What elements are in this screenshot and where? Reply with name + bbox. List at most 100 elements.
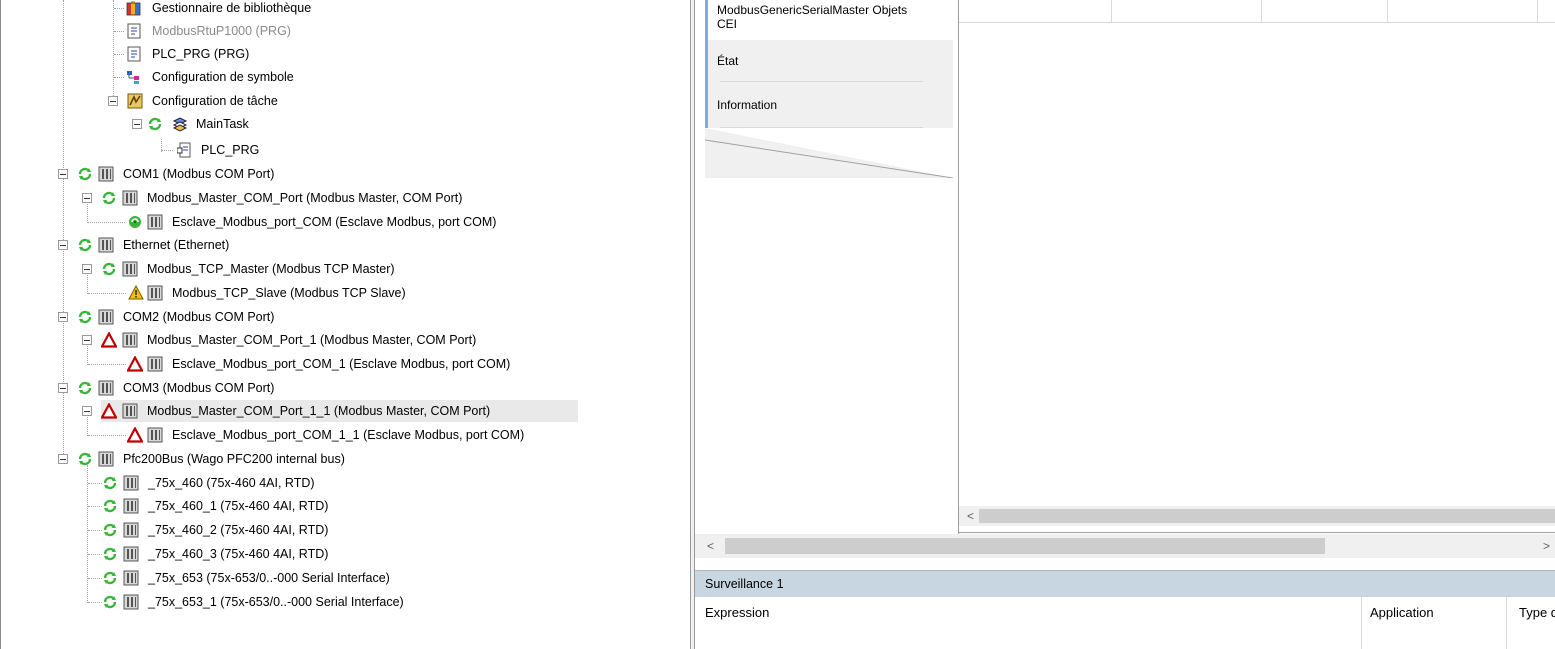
- tree-item-75x-460[interactable]: _75x_460 (75x-460 4AI, RTD): [1, 472, 691, 494]
- tree-connector: [88, 483, 102, 484]
- tree-item-library-manager[interactable]: Gestionnaire de bibliothèque: [1, 0, 691, 19]
- watch-panel[interactable]: Surveillance 1 Expression Application Ty…: [695, 570, 1555, 649]
- sync-icon: [78, 310, 92, 324]
- error-icon: [101, 332, 117, 348]
- tree-item-com1[interactable]: COM1 (Modbus COM Port): [1, 163, 691, 185]
- tree-item-com3[interactable]: COM3 (Modbus COM Port): [1, 377, 691, 399]
- device-editor[interactable]: ModbusGenericSerialMaster Objets CEI Éta…: [695, 0, 1555, 568]
- tab-strip-corner: [705, 128, 953, 178]
- table-header-cell[interactable]: [1261, 0, 1388, 23]
- scroll-right-arrow[interactable]: >: [1543, 539, 1550, 553]
- collapse-toggle[interactable]: [58, 240, 68, 250]
- tree-item-modbusrtup1000[interactable]: ModbusRtuP1000 (PRG): [1, 20, 691, 42]
- tree-item-label: Esclave_Modbus_port_COM_1 (Esclave Modbu…: [172, 357, 511, 371]
- tree-item-label: COM1 (Modbus COM Port): [123, 167, 275, 181]
- scroll-left-arrow[interactable]: <: [707, 539, 714, 553]
- tree-item-label: Pfc200Bus (Wago PFC200 internal bus): [123, 452, 345, 466]
- tree-item-modbus-master-com-port-1-1[interactable]: Modbus_Master_COM_Port_1_1 (Modbus Maste…: [82, 400, 578, 422]
- tree-connector: [114, 77, 124, 78]
- table-horizontal-scrollbar[interactable]: <: [959, 506, 1555, 526]
- watch-panel-title[interactable]: Surveillance 1: [695, 570, 1555, 597]
- collapse-toggle[interactable]: [58, 454, 68, 464]
- editor-tab-strip: ModbusGenericSerialMaster Objets CEI Éta…: [705, 0, 953, 178]
- tree-item-pfc200bus[interactable]: Pfc200Bus (Wago PFC200 internal bus): [1, 448, 691, 470]
- device-icon: [122, 261, 138, 277]
- collapse-toggle[interactable]: [108, 96, 118, 106]
- table-header-cell[interactable]: [1537, 0, 1555, 23]
- tree-item-modbus-master-com-port[interactable]: Modbus_Master_COM_Port (Modbus Master, C…: [1, 187, 691, 209]
- tree-item-label: Ethernet (Ethernet): [123, 238, 230, 252]
- sync-icon: [102, 191, 116, 205]
- tree-connector: [88, 364, 126, 365]
- tree-item-label: Modbus_Master_COM_Port (Modbus Master, C…: [147, 191, 463, 205]
- device-icon: [147, 214, 163, 230]
- collapse-toggle[interactable]: [82, 264, 92, 274]
- tree-connector: [114, 8, 124, 9]
- tree-item-esclave-modbus-port-com[interactable]: Esclave_Modbus_port_COM (Esclave Modbus,…: [1, 211, 691, 233]
- collapse-toggle[interactable]: [58, 383, 68, 393]
- tree-item-esclave-modbus-port-com-1-1[interactable]: Esclave_Modbus_port_COM_1_1 (Esclave Mod…: [1, 424, 691, 446]
- collapse-toggle[interactable]: [58, 312, 68, 322]
- sync-icon: [78, 238, 92, 252]
- tree-item-label: _75x_653_1 (75x-653/0..-000 Serial Inter…: [148, 595, 404, 609]
- tree-item-75x-460-2[interactable]: _75x_460_2 (75x-460 4AI, RTD): [1, 519, 691, 541]
- tree-connector: [88, 530, 102, 531]
- tree-item-com2[interactable]: COM2 (Modbus COM Port): [1, 306, 691, 328]
- column-header-type[interactable]: Type d: [1507, 597, 1555, 649]
- table-header-cell[interactable]: [1387, 0, 1538, 23]
- tree-connector: [114, 54, 124, 55]
- tree-item-esclave-modbus-port-com-1[interactable]: Esclave_Modbus_port_COM_1 (Esclave Modbu…: [1, 353, 691, 375]
- tree-item-75x-460-1[interactable]: _75x_460_1 (75x-460 4AI, RTD): [1, 495, 691, 517]
- tree-connector: [88, 435, 126, 436]
- sync-icon: [78, 167, 92, 181]
- tab-label: Information: [717, 98, 778, 112]
- tree-item-75x-460-3[interactable]: _75x_460_3 (75x-460 4AI, RTD): [1, 543, 691, 565]
- device-tree[interactable]: Gestionnaire de bibliothèque ModbusRtuP1…: [0, 0, 690, 649]
- tree-connector: [88, 222, 125, 223]
- tree-item-label: COM3 (Modbus COM Port): [123, 381, 275, 395]
- device-icon: [98, 380, 114, 396]
- tree-item-75x-653-1[interactable]: _75x_653_1 (75x-653/0..-000 Serial Inter…: [1, 591, 691, 613]
- column-header-expression[interactable]: Expression: [695, 597, 1362, 649]
- tree-item-label: Configuration de tâche: [152, 94, 278, 108]
- tree-item-task-configuration[interactable]: Configuration de tâche: [1, 90, 691, 112]
- tree-item-ethernet[interactable]: Ethernet (Ethernet): [1, 234, 691, 256]
- tree-item-label: _75x_460_2 (75x-460 4AI, RTD): [148, 523, 329, 537]
- tree-item-plc-prg-call[interactable]: PLC_PRG: [1, 139, 691, 161]
- tab-state[interactable]: État: [705, 40, 953, 86]
- tree-item-label: COM2 (Modbus COM Port): [123, 310, 275, 324]
- tree-item-maintask[interactable]: MainTask: [1, 113, 691, 135]
- tree-item-label: MainTask: [196, 117, 249, 131]
- scroll-left-arrow[interactable]: <: [967, 509, 974, 523]
- tree-item-modbus-tcp-slave[interactable]: Modbus_TCP_Slave (Modbus TCP Slave): [1, 282, 691, 304]
- collapse-toggle[interactable]: [132, 119, 142, 129]
- iec-objects-table[interactable]: <: [958, 0, 1555, 534]
- tab-iec-objects[interactable]: ModbusGenericSerialMaster Objets CEI: [705, 0, 953, 40]
- collapse-toggle[interactable]: [58, 169, 68, 179]
- column-header-application[interactable]: Application: [1362, 597, 1507, 649]
- table-header-cell[interactable]: [1111, 0, 1262, 23]
- collapse-toggle[interactable]: [82, 406, 92, 416]
- sync-icon: [103, 595, 117, 609]
- tree-item-75x-653[interactable]: _75x_653 (75x-653/0..-000 Serial Interfa…: [1, 567, 691, 589]
- scrollbar-thumb[interactable]: [725, 538, 1325, 554]
- tab-information[interactable]: Information: [705, 86, 953, 128]
- tree-item-symbol-configuration[interactable]: Configuration de symbole: [1, 66, 691, 88]
- symbol-configuration-icon: [127, 71, 139, 84]
- editor-horizontal-scrollbar[interactable]: < >: [695, 534, 1555, 558]
- tree-item-modbus-tcp-master[interactable]: Modbus_TCP_Master (Modbus TCP Master): [1, 258, 691, 280]
- tree-connector: [88, 578, 102, 579]
- tree-item-label: Configuration de symbole: [152, 70, 294, 84]
- table-header-cell[interactable]: [959, 0, 1112, 23]
- scrollbar-thumb[interactable]: [979, 509, 1555, 523]
- sync-icon: [148, 117, 162, 131]
- device-icon: [98, 309, 114, 325]
- tree-item-plc-prg[interactable]: PLC_PRG (PRG): [1, 43, 691, 65]
- tree-connector: [88, 602, 102, 603]
- collapse-toggle[interactable]: [82, 335, 92, 345]
- collapse-toggle[interactable]: [82, 193, 92, 203]
- tree-item-label: Modbus_Master_COM_Port_1 (Modbus Master,…: [147, 333, 477, 347]
- sync-icon: [78, 452, 92, 466]
- tree-connector: [88, 554, 102, 555]
- tree-item-modbus-master-com-port-1[interactable]: Modbus_Master_COM_Port_1 (Modbus Master,…: [1, 329, 691, 351]
